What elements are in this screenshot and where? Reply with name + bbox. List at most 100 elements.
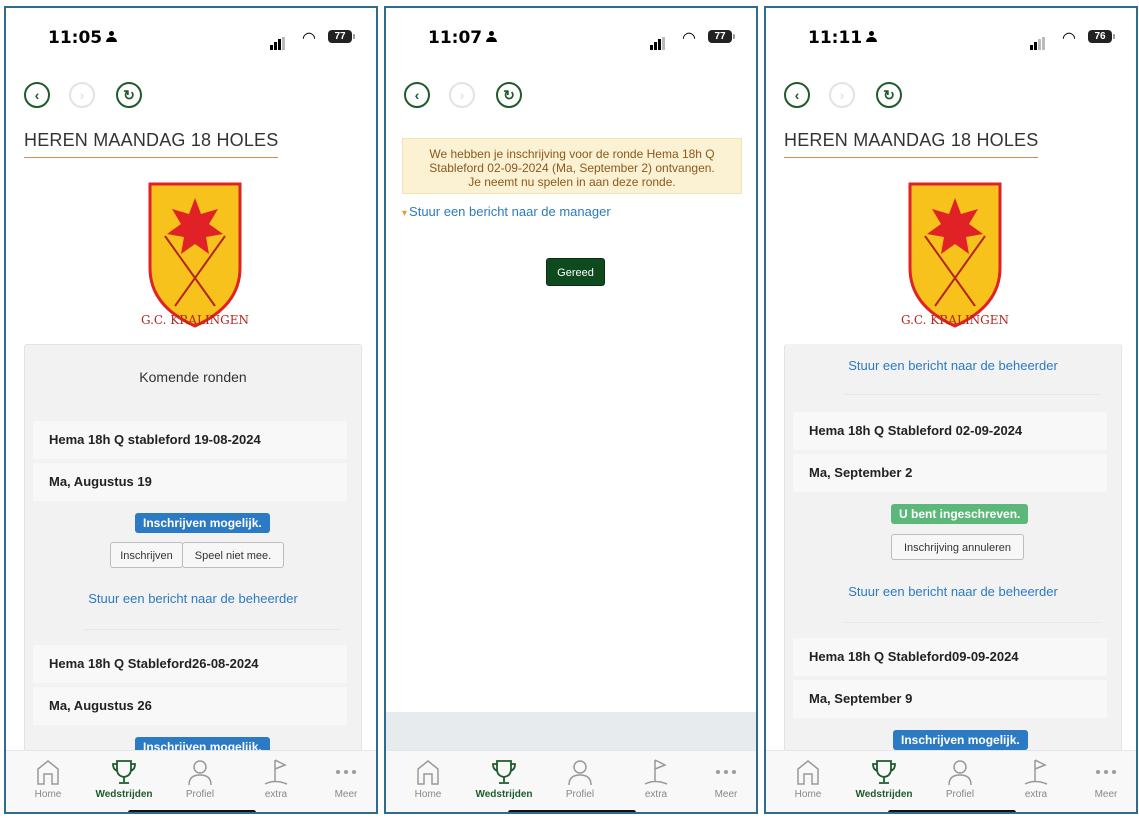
battery-icon: 77: [708, 30, 735, 43]
wifi-icon: ◠: [1062, 30, 1076, 47]
status-bar: 11:11 ◠ 76: [766, 26, 1136, 50]
tab-extra[interactable]: extra: [626, 757, 686, 800]
club-crest-icon: G.C. KRALINGEN: [901, 182, 1009, 328]
forward-button[interactable]: ›: [69, 82, 95, 108]
upcoming-rounds-card: Komende ronden Hema 18h Q stableford 19-…: [24, 344, 362, 766]
message-admin-link[interactable]: Stuur een bericht naar de beheerder: [785, 358, 1121, 373]
battery-icon: 76: [1088, 30, 1115, 43]
golf-flag-icon: [264, 759, 288, 785]
page-title: HEREN MAANDAG 18 HOLES: [784, 130, 1039, 158]
person-icon: [106, 31, 118, 43]
status-badge: Inschrijven mogelijk.: [135, 513, 270, 533]
trophy-icon: [492, 760, 516, 784]
tab-home[interactable]: Home: [18, 757, 78, 800]
tab-meer[interactable]: Meer: [1076, 757, 1136, 800]
battery-icon: 77: [328, 30, 355, 43]
person-icon: [486, 31, 498, 43]
tab-bar: Home Wedstrijden Profiel extra Meer: [6, 750, 376, 812]
club-crest-icon: G.C. KRALINGEN: [141, 182, 249, 328]
refresh-button[interactable]: ↻: [116, 82, 142, 108]
register-button[interactable]: Inschrijven: [110, 542, 183, 568]
user-icon: [948, 760, 972, 786]
forward-button[interactable]: ›: [449, 82, 475, 108]
more-icon: [1096, 770, 1116, 774]
tab-wedstrijden[interactable]: Wedstrijden: [474, 757, 534, 800]
back-button[interactable]: ‹: [784, 82, 810, 108]
tab-home[interactable]: Home: [398, 757, 458, 800]
registered-badge: U bent ingeschreven.: [891, 504, 1029, 524]
phone-screen-2: 11:07 ◠ 77 ‹ › ↻ We hebben je inschrijvi…: [384, 6, 758, 814]
round-name: Hema 18h Q Stableford26-08-2024: [33, 645, 347, 683]
phone-screen-3: 11:11 ◠ 76 ‹ › ↻ HEREN MAANDAG 18 HOLES …: [764, 6, 1138, 814]
done-button[interactable]: Gereed: [546, 258, 605, 286]
cancel-registration-button[interactable]: Inschrijving annuleren: [891, 534, 1024, 560]
tab-profiel[interactable]: Profiel: [930, 757, 990, 800]
club-logo: G.C. KRALINGEN: [880, 176, 1030, 331]
message-admin-link[interactable]: Stuur een bericht naar de beheerder: [785, 584, 1121, 599]
alert-line: Je neemt nu spelen in aan deze ronde.: [468, 175, 676, 189]
divider: [845, 394, 1101, 395]
tab-profiel[interactable]: Profiel: [170, 757, 230, 800]
upcoming-rounds-card: Stuur een bericht naar de beheerder Hema…: [784, 344, 1122, 765]
logo-text: G.C. KRALINGEN: [141, 313, 249, 327]
status-time: 11:05: [48, 28, 118, 48]
status-bar: 11:07 ◠ 77: [386, 26, 756, 50]
user-icon: [568, 760, 592, 786]
tab-bar: Home Wedstrijden Profiel extra Meer: [766, 750, 1136, 812]
club-logo: G.C. KRALINGEN: [120, 176, 270, 331]
alert-line: Stableford 02-09-2024 (Ma, September 2) …: [429, 161, 715, 175]
golf-flag-icon: [1024, 759, 1048, 785]
message-manager-link[interactable]: ▾ Stuur een bericht naar de manager: [402, 204, 611, 219]
home-icon: [37, 760, 59, 785]
home-icon: [417, 760, 439, 785]
golf-flag-icon: [644, 759, 668, 785]
round-date: Ma, Augustus 19: [33, 463, 347, 501]
round-date: Ma, Augustus 26: [33, 687, 347, 725]
tab-extra[interactable]: extra: [1006, 757, 1066, 800]
page-title: HEREN MAANDAG 18 HOLES: [24, 130, 279, 158]
page-bottom-band: [386, 712, 756, 750]
card-title: Komende ronden: [139, 369, 247, 385]
person-icon: [866, 31, 878, 43]
more-icon: [336, 770, 356, 774]
tab-wedstrijden[interactable]: Wedstrijden: [94, 757, 154, 800]
status-time: 11:11: [808, 28, 878, 48]
refresh-button[interactable]: ↻: [496, 82, 522, 108]
tab-extra[interactable]: extra: [246, 757, 306, 800]
signal-icon: [1030, 32, 1046, 50]
trophy-icon: [872, 760, 896, 784]
round-date: Ma, September 2: [793, 454, 1107, 492]
alert-line: We hebben je inschrijving voor de ronde …: [429, 147, 715, 161]
round-date: Ma, September 9: [793, 680, 1107, 718]
home-indicator: [508, 810, 636, 812]
status-time: 11:07: [428, 28, 498, 48]
wifi-icon: ◠: [302, 30, 316, 47]
message-admin-link[interactable]: Stuur een bericht naar de beheerder: [25, 591, 361, 606]
round-name: Hema 18h Q Stableford09-09-2024: [793, 638, 1107, 676]
tab-home[interactable]: Home: [778, 757, 838, 800]
round-name: Hema 18h Q Stableford 02-09-2024: [793, 412, 1107, 450]
confirmation-alert: We hebben je inschrijving voor de ronde …: [402, 138, 742, 194]
decline-button[interactable]: Speel niet mee.: [182, 542, 284, 568]
tab-meer[interactable]: Meer: [316, 757, 376, 800]
divider: [845, 622, 1101, 623]
status-bar: 11:05 ◠ 77: [6, 26, 376, 50]
home-indicator: [128, 810, 256, 812]
tab-meer[interactable]: Meer: [696, 757, 756, 800]
back-button[interactable]: ‹: [404, 82, 430, 108]
chevron-down-icon: ▾: [402, 208, 408, 219]
tab-profiel[interactable]: Profiel: [550, 757, 610, 800]
round-name: Hema 18h Q stableford 19-08-2024: [33, 421, 347, 459]
signal-icon: [650, 32, 666, 50]
divider: [85, 629, 341, 630]
back-button[interactable]: ‹: [24, 82, 50, 108]
wifi-icon: ◠: [682, 30, 696, 47]
signal-icon: [270, 32, 286, 50]
tab-wedstrijden[interactable]: Wedstrijden: [854, 757, 914, 800]
status-badge: Inschrijven mogelijk.: [893, 730, 1028, 750]
forward-button[interactable]: ›: [829, 82, 855, 108]
tab-bar: Home Wedstrijden Profiel extra Meer: [386, 750, 756, 812]
refresh-button[interactable]: ↻: [876, 82, 902, 108]
phone-screen-1: 11:05 ◠ 77 ‹ › ↻ HEREN MAANDAG 18 HOLES …: [4, 6, 378, 814]
home-icon: [797, 760, 819, 785]
